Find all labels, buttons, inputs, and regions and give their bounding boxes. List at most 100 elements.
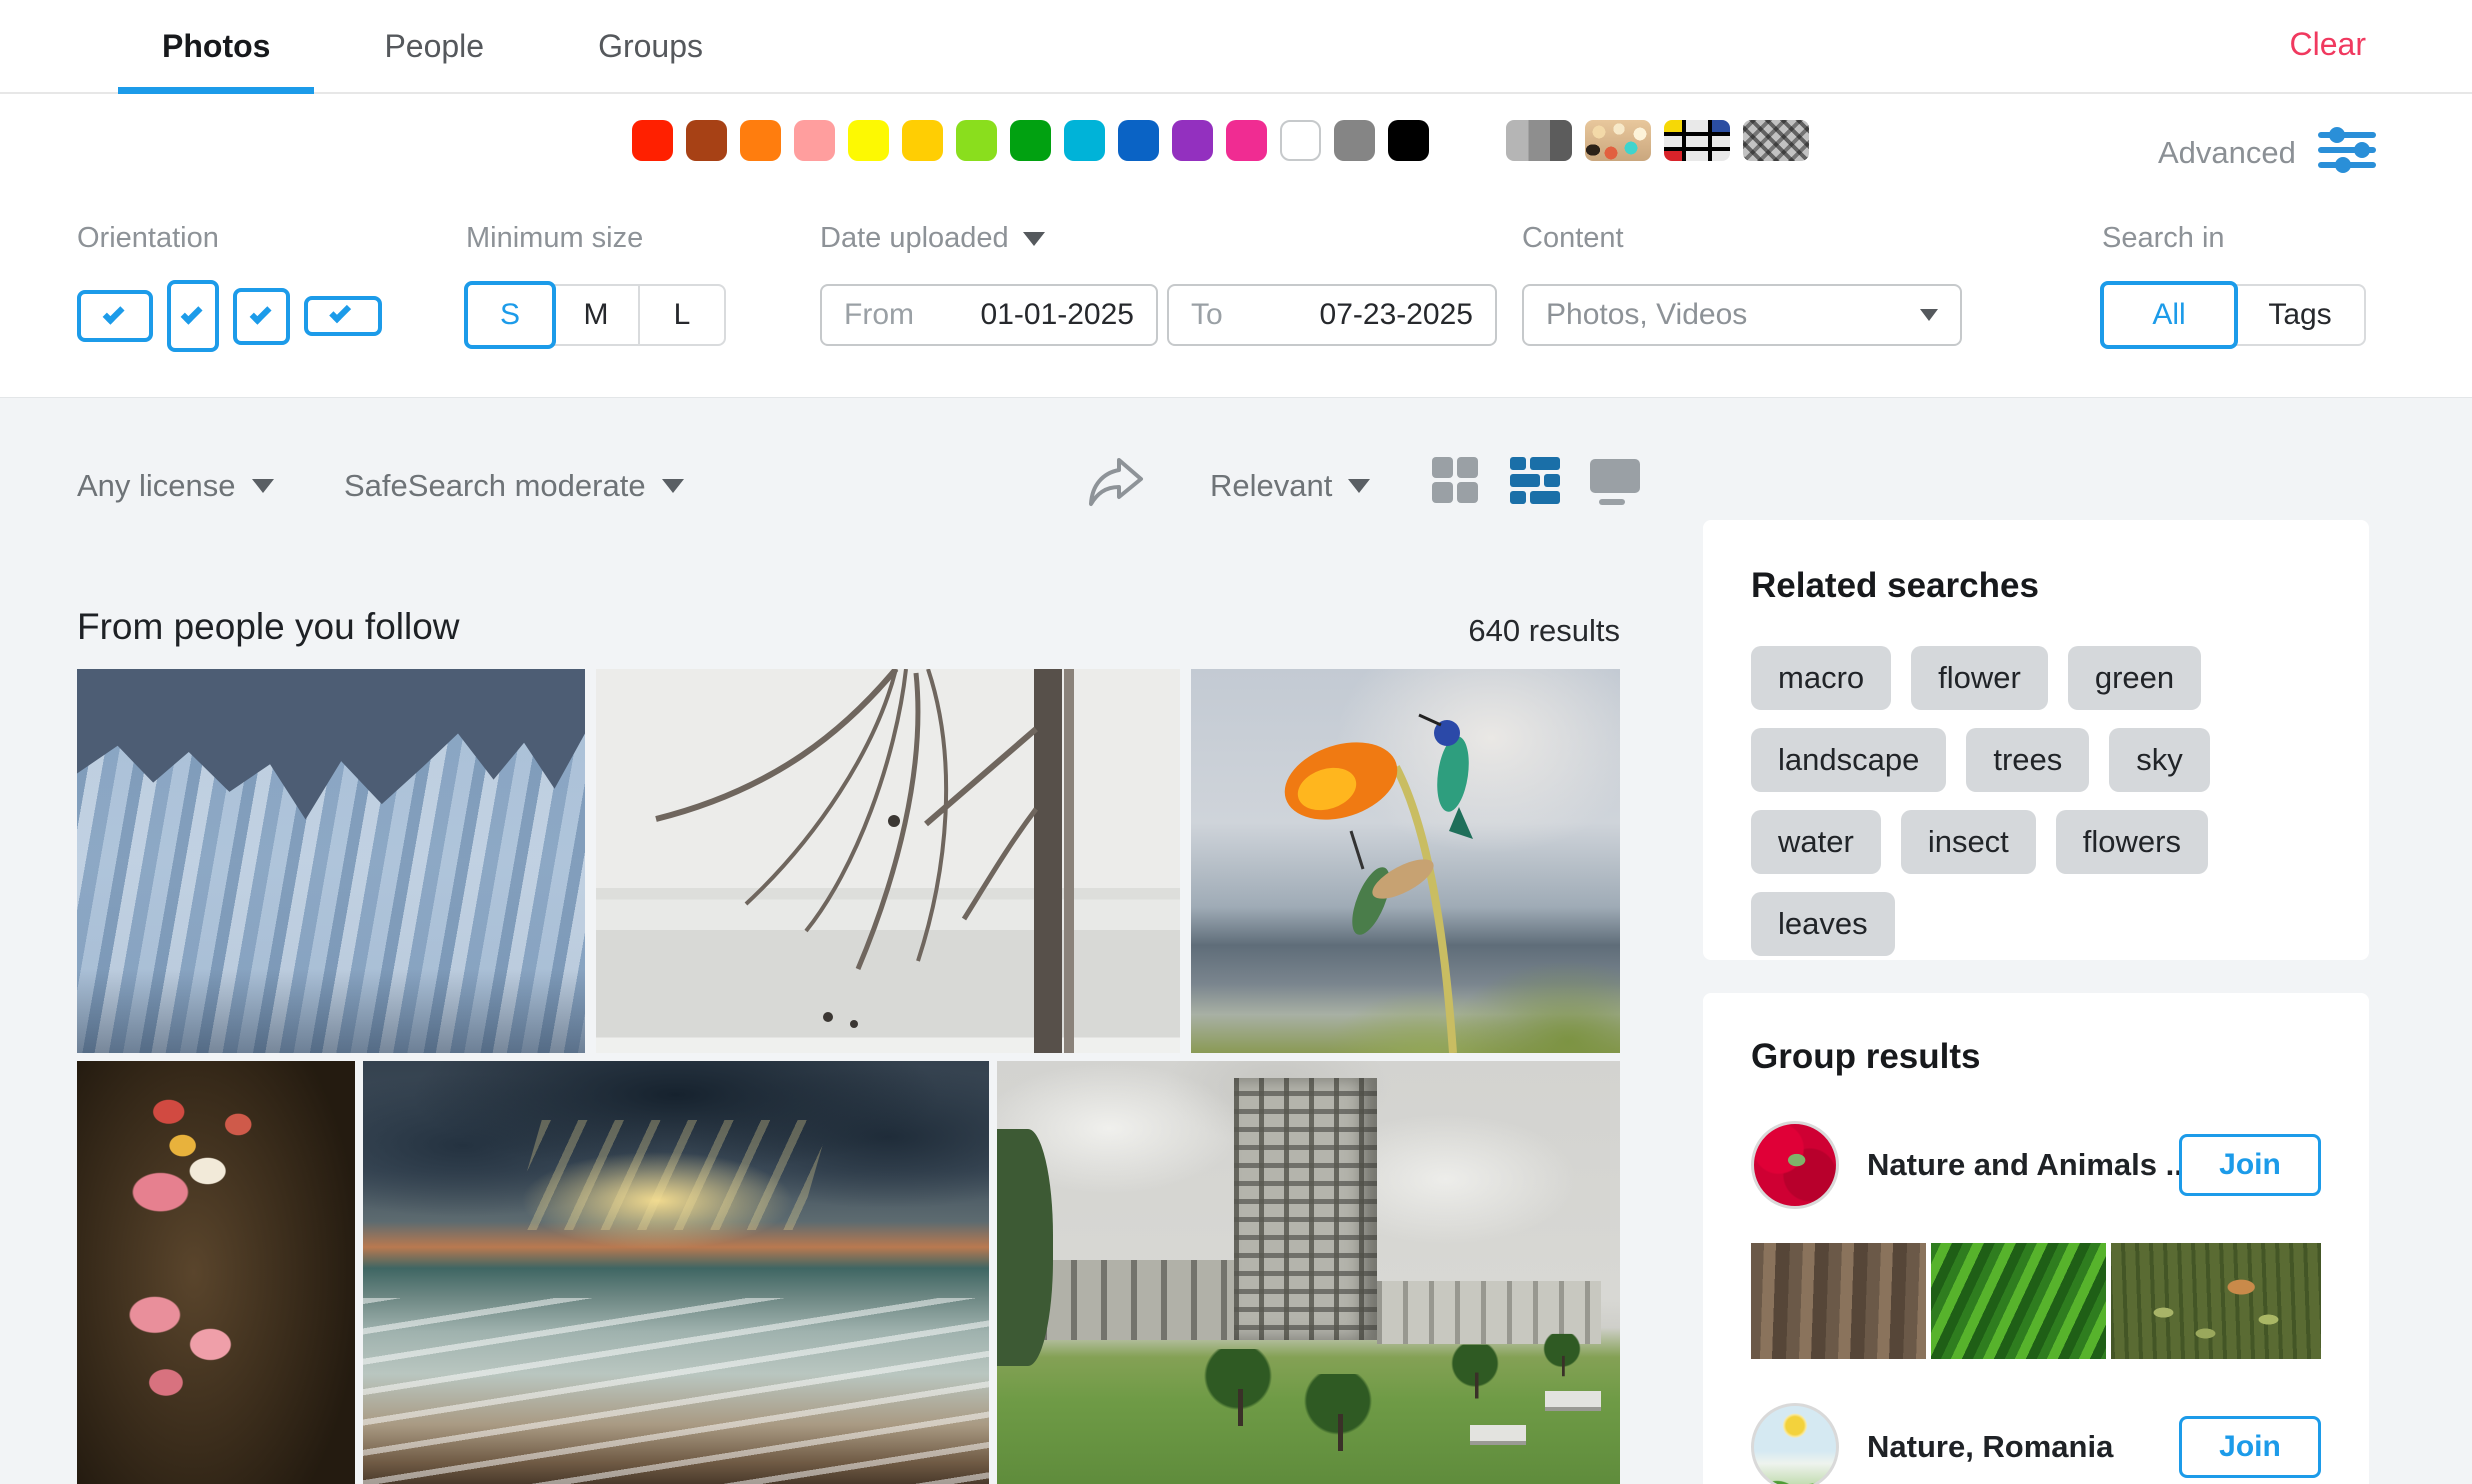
- content-type-value: Photos, Videos: [1546, 298, 1747, 332]
- content-label: Content: [1522, 222, 1624, 255]
- color-swatch-golden-yellow[interactable]: [902, 120, 943, 161]
- orientation-options: [77, 278, 382, 354]
- single-view-button[interactable]: [1587, 452, 1643, 508]
- date-from-field[interactable]: From 01-01-2025: [820, 284, 1158, 346]
- color-swatch-brown[interactable]: [686, 120, 727, 161]
- color-swatch-black[interactable]: [1388, 120, 1429, 161]
- checkmark-icon: [329, 301, 351, 323]
- min-size-segmented-control: S M L: [466, 284, 726, 346]
- min-size-option-m[interactable]: M: [552, 286, 638, 344]
- checkmark-icon: [103, 302, 125, 324]
- group-thumb-green-ferns[interactable]: [1931, 1243, 2106, 1359]
- photo-thumbnail-flowers-on-jacket[interactable]: [77, 1061, 355, 1484]
- color-swatch-white[interactable]: [1280, 120, 1321, 161]
- tab-groups[interactable]: Groups: [554, 0, 747, 92]
- group-results-title: Group results: [1751, 1037, 2321, 1077]
- photo-thumbnail-snowy-tree-lake[interactable]: [596, 669, 1180, 1053]
- group-row-nature-romania[interactable]: Nature, Romania Join: [1751, 1403, 2321, 1484]
- color-swatch-yellow[interactable]: [848, 120, 889, 161]
- related-tag-green[interactable]: green: [2068, 646, 2201, 710]
- related-tags: macro flower green landscape trees sky w…: [1751, 646, 2321, 956]
- date-to-field[interactable]: To 07-23-2025: [1167, 284, 1497, 346]
- orientation-square-checkbox[interactable]: [233, 288, 290, 345]
- sort-label: Relevant: [1210, 468, 1332, 504]
- license-label: Any license: [77, 468, 236, 504]
- related-tag-insect[interactable]: insect: [1901, 810, 2036, 874]
- join-group-button[interactable]: Join: [2179, 1416, 2321, 1478]
- group-avatar-fly-on-red-berries: [1751, 1121, 1839, 1209]
- lawn-tree: [1296, 1374, 1380, 1458]
- min-size-option-s[interactable]: S: [464, 281, 556, 349]
- related-tag-water[interactable]: water: [1751, 810, 1881, 874]
- flickr-search-results-page: Photos People Groups Clear: [0, 0, 2472, 1484]
- search-in-segmented-control: All Tags: [2102, 284, 2366, 346]
- related-searches-title: Related searches: [1751, 566, 2321, 606]
- license-dropdown[interactable]: Any license: [77, 468, 274, 504]
- sort-dropdown[interactable]: Relevant: [1210, 468, 1370, 504]
- group-thumb-forest-floor[interactable]: [1751, 1243, 1926, 1359]
- style-swatch-depth-of-field-icon[interactable]: [1585, 120, 1651, 161]
- sliders-icon: [2316, 126, 2378, 179]
- related-tag-trees[interactable]: trees: [1966, 728, 2089, 792]
- chevron-down-icon: [1920, 309, 1938, 321]
- lawn-tree: [1446, 1344, 1505, 1403]
- group-thumb-bird-lily-pond[interactable]: [2111, 1243, 2321, 1359]
- orientation-panorama-checkbox[interactable]: [304, 296, 382, 336]
- min-size-option-l[interactable]: L: [638, 286, 724, 344]
- date-to-value: 07-23-2025: [1320, 298, 1473, 332]
- clear-filters-link[interactable]: Clear: [2290, 26, 2366, 63]
- color-swatch-purple[interactable]: [1172, 120, 1213, 161]
- related-tag-macro[interactable]: macro: [1751, 646, 1891, 710]
- tab-photos[interactable]: Photos: [118, 0, 314, 92]
- style-swatch-patterns-icon[interactable]: [1743, 120, 1809, 161]
- photo-thumbnail-hummingbirds-flower[interactable]: [1191, 669, 1620, 1053]
- chevron-down-icon: [662, 479, 684, 493]
- grid-view-button[interactable]: [1427, 452, 1483, 508]
- photo-thumbnail-storm-seascape[interactable]: [363, 1061, 989, 1484]
- related-tag-landscape[interactable]: landscape: [1751, 728, 1946, 792]
- related-tag-flowers[interactable]: flowers: [2056, 810, 2208, 874]
- related-tag-flower[interactable]: flower: [1911, 646, 2048, 710]
- color-swatch-yellow-green[interactable]: [956, 120, 997, 161]
- style-swatch-minimal-icon[interactable]: [1664, 120, 1730, 161]
- lawn-tree: [1196, 1349, 1280, 1433]
- search-in-label: Search in: [2102, 222, 2225, 255]
- orientation-label: Orientation: [77, 222, 219, 255]
- hummingbird-flower-illustration: [1191, 669, 1620, 1053]
- color-swatch-magenta[interactable]: [1226, 120, 1267, 161]
- color-swatch-blue[interactable]: [1118, 120, 1159, 161]
- advanced-label: Advanced: [2158, 135, 2296, 171]
- color-swatch-cyan[interactable]: [1064, 120, 1105, 161]
- orientation-landscape-checkbox[interactable]: [77, 290, 153, 342]
- color-swatch-green[interactable]: [1010, 120, 1051, 161]
- group-name[interactable]: Nature, Romania: [1867, 1429, 2179, 1465]
- safesearch-dropdown[interactable]: SafeSearch moderate: [344, 468, 684, 504]
- tab-people[interactable]: People: [340, 0, 528, 92]
- join-group-button[interactable]: Join: [2179, 1134, 2321, 1196]
- color-swatch-gray[interactable]: [1334, 120, 1375, 161]
- chevron-down-icon: [1023, 232, 1045, 246]
- related-tag-leaves[interactable]: leaves: [1751, 892, 1895, 956]
- building-left-wing: [1041, 1260, 1234, 1340]
- conifer-tree: [997, 1129, 1053, 1366]
- search-in-option-tags[interactable]: Tags: [2234, 286, 2364, 344]
- search-in-option-all[interactable]: All: [2100, 281, 2238, 349]
- single-view-icon: [1587, 452, 1643, 508]
- style-swatch-black-and-white-icon[interactable]: [1506, 120, 1572, 161]
- tree-branches-illustration: [596, 669, 1180, 1053]
- share-button[interactable]: [1086, 452, 1144, 518]
- color-swatch-orange[interactable]: [740, 120, 781, 161]
- color-swatch-red[interactable]: [632, 120, 673, 161]
- advanced-toggle[interactable]: Advanced: [2158, 126, 2378, 179]
- color-swatch-peach[interactable]: [794, 120, 835, 161]
- group-name[interactable]: Nature and Animals ...: [1867, 1147, 2179, 1183]
- content-type-dropdown[interactable]: Photos, Videos: [1522, 284, 1962, 346]
- photo-thumbnail-glacier-ice[interactable]: [77, 669, 585, 1053]
- orientation-portrait-checkbox[interactable]: [167, 280, 219, 352]
- related-tag-sky[interactable]: sky: [2109, 728, 2210, 792]
- stone-bench: [1545, 1391, 1601, 1407]
- photo-thumbnail-brutalist-building[interactable]: [997, 1061, 1620, 1484]
- group-row-nature-and-animals[interactable]: Nature and Animals ... Join: [1751, 1121, 2321, 1209]
- justified-view-button-active[interactable]: [1507, 452, 1563, 508]
- date-uploaded-label[interactable]: Date uploaded: [820, 222, 1045, 255]
